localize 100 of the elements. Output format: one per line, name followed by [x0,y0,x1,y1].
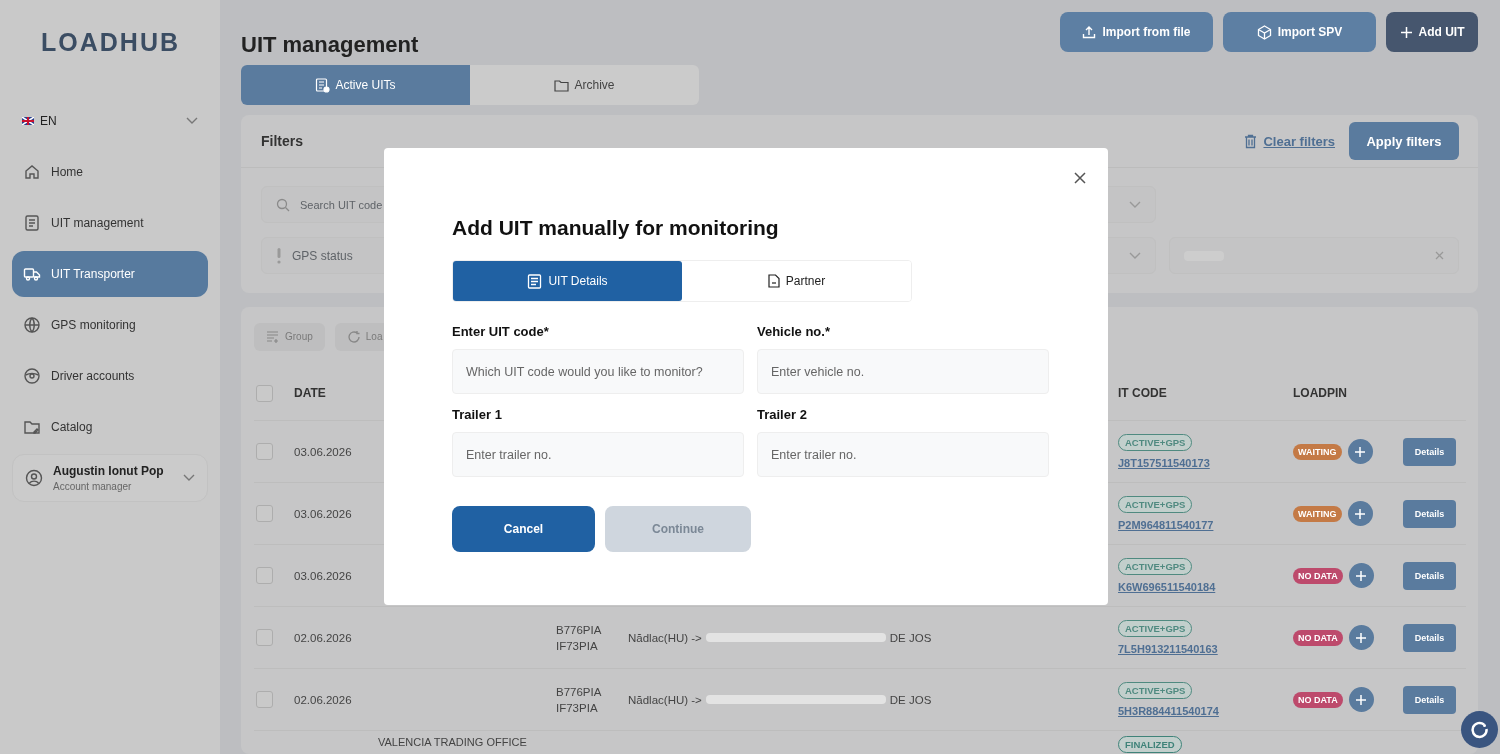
plus-icon [1355,693,1368,706]
page-title: UIT management [241,32,419,58]
search-field[interactable]: Search UIT code [300,198,1119,211]
row-checkbox[interactable] [256,443,273,460]
field-label: Vehicle no.* [757,324,831,339]
home-icon [23,163,41,181]
flag-icon [22,117,34,125]
add-button[interactable] [1347,439,1373,464]
exclamation-icon [276,247,282,264]
date-cell-text: 03.06.2026 [294,445,353,458]
nav-item[interactable]: Catalog [12,404,208,450]
folder-icon [23,418,41,436]
chevron-down-icon [1129,251,1141,260]
details-button[interactable]: Details [1403,437,1456,466]
chevron-down-icon [183,474,195,482]
loadpin-badge: WAITING [1293,505,1342,522]
brand-logo: LOADHUB [41,28,180,57]
user-avatar-icon [25,469,43,487]
field-label: Trailer 2 [757,407,808,422]
clear-filters-link[interactable]: Clear filters [1244,133,1335,149]
view-tab[interactable]: Active UITs [241,65,470,105]
row-checkbox[interactable] [256,691,273,708]
ring-icon [1469,719,1490,740]
add-button[interactable] [1348,563,1374,588]
nav-item[interactable]: UIT Transporter [12,251,208,297]
column-header: DATE [294,386,327,400]
nav-item[interactable]: Home [12,149,208,195]
details-button[interactable]: Details [1403,623,1456,652]
toolbar-button[interactable]: Group [254,322,325,351]
user-card[interactable]: Augustin Ionut Pop Account manager [12,454,208,502]
uit-code-link[interactable]: J8T157511540173 [1118,457,1210,469]
document-icon [527,273,543,289]
search-icon [276,197,290,212]
column-header: LOADPIN [1293,386,1348,400]
input-field[interactable]: Enter trailer no. [757,432,1049,477]
input-field[interactable]: Enter vehicle no. [757,349,1049,394]
nav-item[interactable]: GPS monitoring [12,302,208,348]
details-button[interactable]: Details [1403,685,1456,714]
cancel-button[interactable]: Cancel [452,506,595,552]
route-start: Nădlac(HU) -> [628,693,702,706]
dialog-tab[interactable]: UIT Details [453,261,682,301]
vehicle-number: IF73PIA [556,639,599,652]
row-checkbox[interactable] [256,505,273,522]
add-button[interactable] [1348,687,1374,712]
filters-title: Filters [261,133,303,149]
plus-icon [1355,631,1368,644]
uit-code-link[interactable]: 5H3R884411540174 [1118,705,1219,717]
globe-icon [23,316,41,334]
action-button[interactable]: Import from file [1060,12,1213,52]
action-button[interactable]: Add UIT [1386,12,1478,52]
action-button[interactable]: Import SPV [1223,12,1376,52]
client-cell: VALENCIA TRADING OFFICE [378,736,527,748]
chevron-down-icon [1129,200,1141,209]
document-icon [315,77,331,93]
uit-code-link[interactable]: K6W696511540184 [1118,581,1216,593]
clear-icon [1435,251,1444,260]
column-header: IT CODE [1118,386,1168,400]
nav-item[interactable]: UIT management [12,200,208,246]
vehicle-number: IF73PIA [556,701,599,714]
row-checkbox[interactable] [256,629,273,646]
vehicle-number: B776PIA [556,623,603,636]
plus-icon [1399,25,1413,39]
details-button[interactable]: Details [1403,561,1456,590]
truck-icon [23,265,41,283]
text-filter-field[interactable] [1169,237,1459,274]
input-field[interactable]: Which UIT code would you like to monitor? [452,349,744,394]
input-field[interactable]: Enter trailer no. [452,432,744,477]
trash-icon [1244,133,1258,149]
add-button[interactable] [1348,625,1374,650]
field-label: Enter UIT code* [452,324,550,339]
cube-icon [1256,24,1272,40]
apply-filters-button[interactable]: Apply filters [1349,122,1459,160]
steering-wheel-icon [23,367,41,385]
plus-icon [1354,445,1366,458]
uit-code-link[interactable]: P2M964811540177 [1118,519,1214,531]
date-cell-text: 02.06.2026 [294,693,353,706]
plus-icon [1354,507,1366,520]
view-tab[interactable]: Archive [470,65,699,105]
add-button[interactable] [1347,501,1373,526]
status-badge: ACTIVE+GPS [1118,558,1193,575]
select-all-checkbox[interactable] [256,384,273,402]
close-icon[interactable] [1072,170,1088,186]
field-label: Trailer 1 [452,407,503,422]
folder-icon [554,78,570,92]
loadpin-badge: NO DATA [1293,691,1343,708]
refresh-icon [346,329,361,344]
chevron-down-icon [186,117,198,125]
status-badge: ACTIVE+GPS [1118,434,1193,451]
list-icon [266,330,280,343]
uit-code-link[interactable]: 7L5H913211540163 [1118,643,1218,655]
status-badge: FINALIZED [1118,736,1182,753]
dialog-title: Add UIT manually for monitoring [452,216,780,240]
nav-item[interactable]: Driver accounts [12,353,208,399]
status-badge: ACTIVE+GPS [1118,496,1193,513]
vehicle-number: B776PIA [556,685,603,698]
route-end: DE JOS [889,631,932,644]
loadpin-badge: WAITING [1293,443,1342,460]
details-button[interactable]: Details [1403,499,1456,528]
row-checkbox[interactable] [256,567,273,584]
language-select[interactable]: EN [22,111,198,131]
